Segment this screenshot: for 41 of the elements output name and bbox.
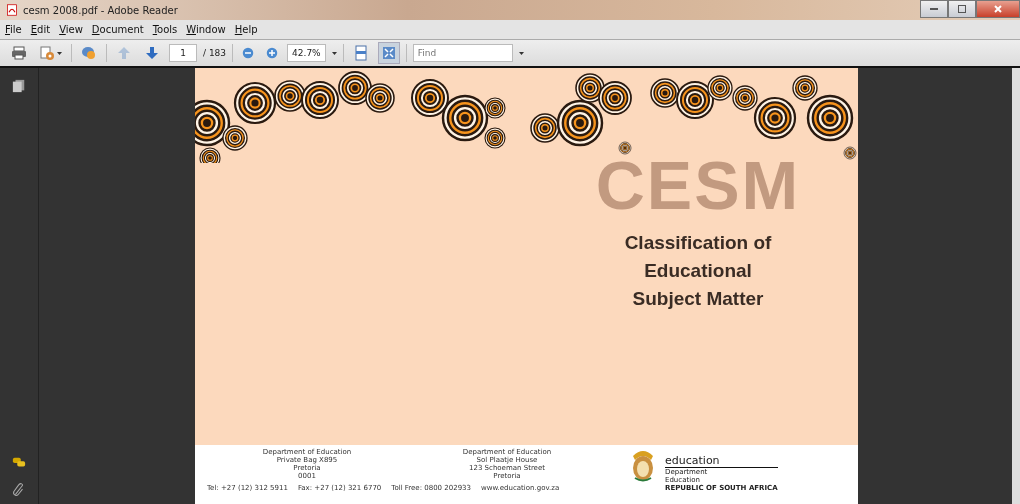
cover-title: Educational	[644, 259, 752, 283]
minimize-icon	[930, 7, 938, 11]
page-number-field[interactable]: 1	[169, 44, 197, 62]
fit-page-icon	[352, 45, 369, 61]
find-field[interactable]: Find	[412, 44, 513, 62]
minimize-button[interactable]	[920, 0, 948, 18]
full-screen-icon	[380, 45, 397, 61]
watermark-text: CESM	[595, 151, 801, 219]
window-title: cesm 2008.pdf - Adobe Reader	[23, 4, 178, 16]
speech-bubble-icon	[81, 45, 97, 61]
restore-button[interactable]	[948, 0, 976, 18]
plus-circle-icon	[266, 47, 279, 59]
pdf-file-icon	[6, 4, 18, 16]
page-count: / 183	[203, 48, 227, 58]
caret-icon	[331, 51, 337, 55]
minus-circle-icon	[242, 47, 255, 59]
logo-wordmark: education	[665, 454, 778, 468]
cover-title: Subject Matter	[632, 287, 764, 311]
zoom-field[interactable]: 42.7%	[287, 44, 326, 62]
menu-item[interactable]: Document	[91, 24, 144, 35]
speech-bubbles-icon	[10, 456, 28, 470]
menu-item[interactable]: Edit	[30, 24, 51, 35]
toolbar-button[interactable]	[377, 42, 400, 64]
pages-icon	[12, 78, 26, 94]
caret-icon	[57, 51, 62, 55]
document-gear-icon	[39, 45, 55, 61]
close-button[interactable]	[976, 0, 1020, 18]
menu-item[interactable]: Tools	[152, 24, 178, 35]
restore-icon	[958, 5, 966, 13]
menu-item[interactable]: Window	[186, 24, 226, 35]
close-icon	[994, 5, 1002, 13]
paperclip-icon	[12, 482, 26, 498]
up-arrow-icon	[116, 45, 132, 61]
menu-item[interactable]: Help	[234, 24, 258, 35]
scrollbar[interactable]	[1012, 68, 1020, 504]
menu-item[interactable]: File	[5, 24, 22, 35]
cover-title: Classification of	[624, 231, 772, 255]
print-icon	[11, 45, 27, 61]
caret-icon	[518, 51, 524, 55]
menu-item[interactable]: View	[59, 24, 83, 35]
down-arrow-icon	[144, 45, 160, 61]
